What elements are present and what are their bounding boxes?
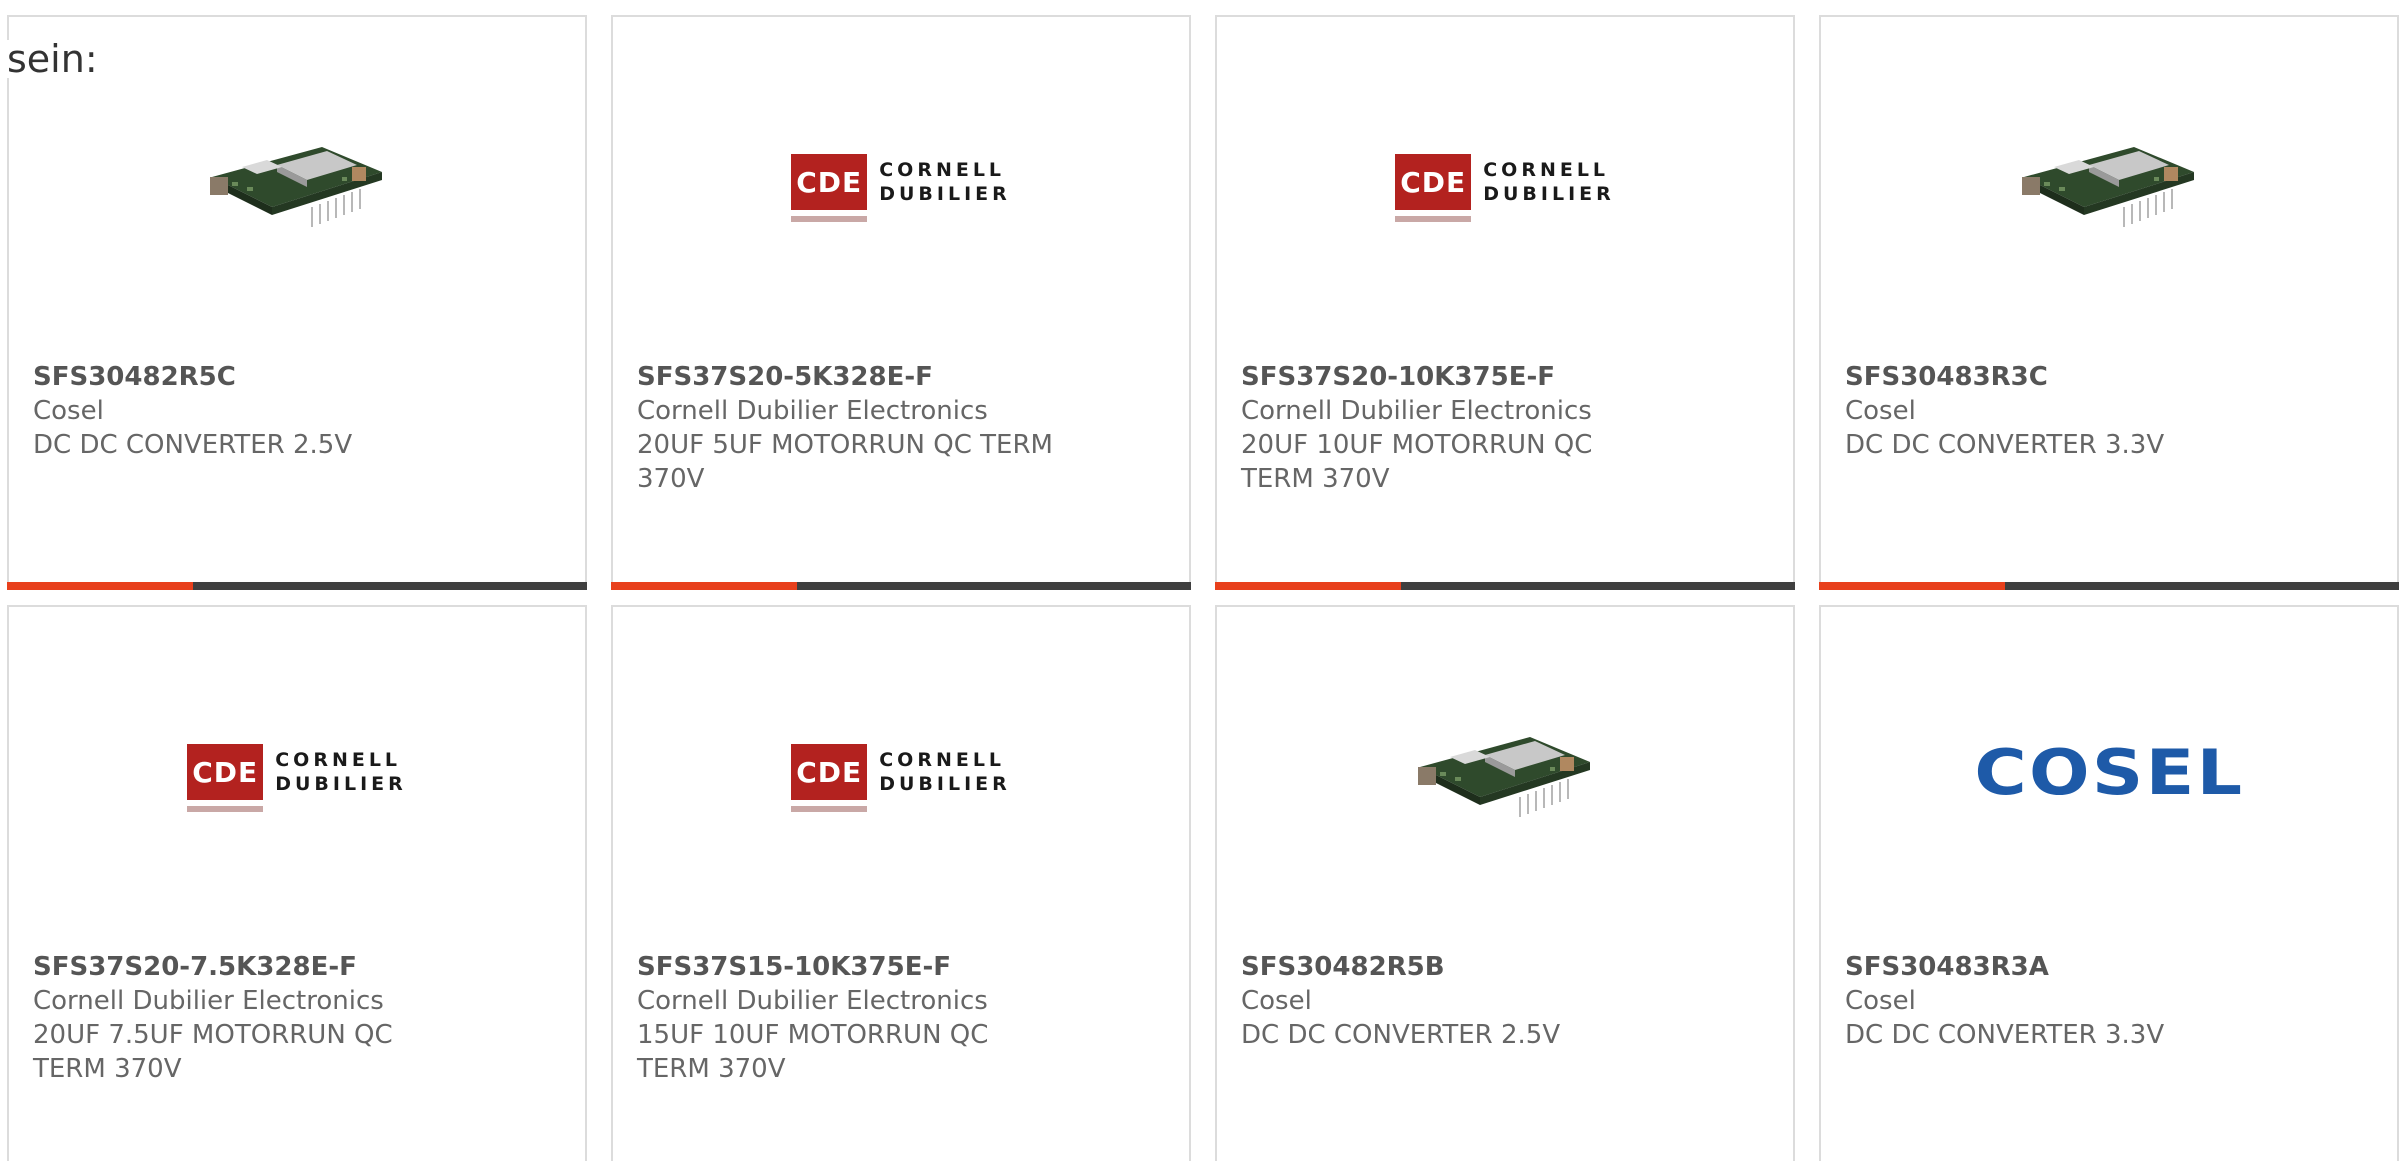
part-number[interactable]: SFS30483R3C (1845, 360, 2275, 394)
product-info: SFS37S20-7.5K328E-F Cornell Dubilier Ele… (33, 950, 463, 1086)
product-card[interactable]: SFS30482R5C Cosel DC DC CONVERTER 2.5V (7, 15, 587, 590)
cornell-dubilier-logo-mark: CDE CORNELL DUBILIER (791, 154, 1011, 222)
description: 15UF 10UF MOTORRUN QC TERM 370V (637, 1020, 989, 1084)
card-progress-fill (1819, 582, 2005, 590)
cornell-dubilier-logo[interactable]: CDE CORNELL DUBILIER (613, 117, 1189, 247)
cde-tagline-strip (791, 806, 868, 812)
product-card[interactable]: CDE CORNELL DUBILIER SFS37S15-10K375E-F … (611, 605, 1191, 1161)
card-progress-bar (611, 582, 1191, 590)
cde-mark-text: CDE (192, 755, 259, 789)
cde-mark-text: CDE (1400, 165, 1467, 199)
card-progress-bar (7, 582, 587, 590)
cornell-dubilier-logo[interactable]: CDE CORNELL DUBILIER (613, 707, 1189, 837)
part-number[interactable]: SFS37S20-5K328E-F (637, 360, 1067, 394)
cde-words: CORNELL DUBILIER (275, 744, 407, 796)
description: DC DC CONVERTER 3.3V (1845, 1020, 2165, 1050)
card-progress-fill (1215, 582, 1401, 590)
manufacturer: Cornell Dubilier Electronics (1241, 396, 1592, 426)
card-progress-fill (7, 582, 193, 590)
cde-word-dubilier: DUBILIER (275, 773, 407, 795)
manufacturer: Cornell Dubilier Electronics (637, 396, 988, 426)
cornell-dubilier-logo-mark: CDE CORNELL DUBILIER (791, 744, 1011, 812)
cornell-dubilier-logo-mark: CDE CORNELL DUBILIER (1395, 154, 1615, 222)
description: DC DC CONVERTER 2.5V (1241, 1020, 1561, 1050)
part-number[interactable]: SFS37S20-7.5K328E-F (33, 950, 463, 984)
product-grid-page: SFS30482R5C Cosel DC DC CONVERTER 2.5V C… (0, 0, 2400, 1161)
cde-tagline-strip (791, 216, 868, 222)
product-info: SFS30482R5B Cosel DC DC CONVERTER 2.5V (1241, 950, 1671, 1052)
cde-mark-text: CDE (796, 165, 863, 199)
cornell-dubilier-logo[interactable]: CDE CORNELL DUBILIER (1217, 117, 1793, 247)
manufacturer: Cosel (1845, 396, 1916, 426)
product-card[interactable]: SFS30482R5B Cosel DC DC CONVERTER 2.5V (1215, 605, 1795, 1161)
cde-word-dubilier: DUBILIER (1483, 183, 1615, 205)
product-card[interactable]: CDE CORNELL DUBILIER SFS37S20-5K328E-F C… (611, 15, 1191, 590)
description: 20UF 5UF MOTORRUN QC TERM 370V (637, 430, 1053, 494)
product-info: SFS37S20-5K328E-F Cornell Dubilier Elect… (637, 360, 1067, 496)
cde-word-dubilier: DUBILIER (879, 773, 1011, 795)
cde-words: CORNELL DUBILIER (1483, 154, 1615, 206)
product-info: SFS30483R3C Cosel DC DC CONVERTER 3.3V (1845, 360, 2275, 462)
manufacturer: Cosel (33, 396, 104, 426)
manufacturer: Cornell Dubilier Electronics (33, 986, 384, 1016)
dc-converter-board-image[interactable] (1217, 707, 1793, 837)
product-info: SFS30483R3A Cosel DC DC CONVERTER 3.3V (1845, 950, 2275, 1052)
cde-tagline-strip (187, 806, 264, 812)
cosel-logo[interactable]: COSEL (1821, 707, 2397, 837)
manufacturer: Cosel (1241, 986, 1312, 1016)
cosel-logo-text: COSEL (1974, 735, 2244, 809)
card-progress-bar (1215, 582, 1795, 590)
cde-word-cornell: CORNELL (879, 749, 1006, 771)
description: DC DC CONVERTER 3.3V (1845, 430, 2165, 460)
part-number[interactable]: SFS30483R3A (1845, 950, 2275, 984)
description: DC DC CONVERTER 2.5V (33, 430, 353, 460)
product-grid: SFS30482R5C Cosel DC DC CONVERTER 2.5V C… (7, 15, 2399, 1161)
card-progress-bar (1819, 582, 2399, 590)
cde-words: CORNELL DUBILIER (879, 154, 1011, 206)
product-card[interactable]: CDE CORNELL DUBILIER SFS37S20-10K375E-F … (1215, 15, 1795, 590)
cde-mark: CDE (791, 154, 868, 222)
manufacturer: Cosel (1845, 986, 1916, 1016)
cde-word-cornell: CORNELL (879, 159, 1006, 181)
part-number[interactable]: SFS30482R5C (33, 360, 463, 394)
cde-mark: CDE (791, 744, 868, 812)
cde-word-dubilier: DUBILIER (879, 183, 1011, 205)
dc-converter-board-image[interactable] (1821, 117, 2397, 247)
manufacturer: Cornell Dubilier Electronics (637, 986, 988, 1016)
cornell-dubilier-logo[interactable]: CDE CORNELL DUBILIER (9, 707, 585, 837)
product-card[interactable]: SFS30483R3C Cosel DC DC CONVERTER 3.3V (1819, 15, 2399, 590)
product-info: SFS37S20-10K375E-F Cornell Dubilier Elec… (1241, 360, 1671, 496)
product-card[interactable]: CDE CORNELL DUBILIER SFS37S20-7.5K328E-F… (7, 605, 587, 1161)
cde-mark: CDE (1395, 154, 1472, 222)
cde-word-cornell: CORNELL (275, 749, 402, 771)
cde-words: CORNELL DUBILIER (879, 744, 1011, 796)
card-progress-fill (611, 582, 797, 590)
cde-mark: CDE (187, 744, 264, 812)
part-number[interactable]: SFS37S20-10K375E-F (1241, 360, 1671, 394)
product-info: SFS37S15-10K375E-F Cornell Dubilier Elec… (637, 950, 1067, 1086)
dc-converter-board-image[interactable] (9, 117, 585, 247)
product-card[interactable]: COSEL SFS30483R3A Cosel DC DC CONVERTER … (1819, 605, 2399, 1161)
product-info: SFS30482R5C Cosel DC DC CONVERTER 2.5V (33, 360, 463, 462)
intro-text: sein: (7, 37, 98, 81)
part-number[interactable]: SFS30482R5B (1241, 950, 1671, 984)
cde-mark-text: CDE (796, 755, 863, 789)
part-number[interactable]: SFS37S15-10K375E-F (637, 950, 1067, 984)
cornell-dubilier-logo-mark: CDE CORNELL DUBILIER (187, 744, 407, 812)
cde-word-cornell: CORNELL (1483, 159, 1610, 181)
description: 20UF 10UF MOTORRUN QC TERM 370V (1241, 430, 1593, 494)
cde-tagline-strip (1395, 216, 1472, 222)
description: 20UF 7.5UF MOTORRUN QC TERM 370V (33, 1020, 393, 1084)
